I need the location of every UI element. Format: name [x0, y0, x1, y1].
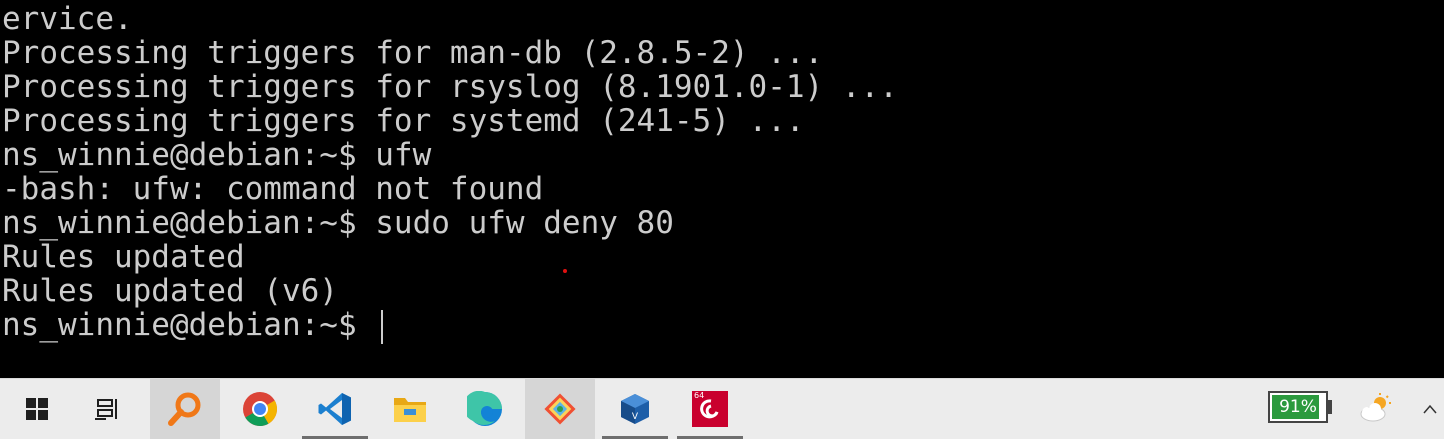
git-button[interactable]	[525, 379, 595, 439]
git-icon	[544, 393, 576, 425]
terminal-line: Processing triggers for man-db (2.8.5-2)…	[2, 35, 824, 71]
battery-tip	[1328, 400, 1332, 414]
debian-icon: 64	[692, 391, 728, 427]
virtualbox-button[interactable]: V	[600, 379, 670, 439]
start-button[interactable]	[2, 379, 72, 439]
windows-logo-icon	[26, 398, 48, 420]
battery-indicator[interactable]: 91%	[1268, 391, 1334, 425]
terminal-line: -bash: ufw: command not found	[2, 171, 544, 207]
taskbar: V 64	[0, 378, 1444, 439]
vscode-button[interactable]	[300, 379, 370, 439]
search-icon	[168, 392, 201, 426]
terminal-prompt-line[interactable]: ns_winnie@debian:~$	[2, 308, 375, 342]
search-button[interactable]	[150, 379, 220, 439]
terminal-line: ns_winnie@debian:~$ ufw	[2, 137, 432, 173]
chevron-up-icon	[1423, 404, 1437, 414]
terminal-line: Processing triggers for systemd (241-5) …	[2, 103, 805, 139]
edge-icon	[467, 391, 502, 426]
edge-button[interactable]	[450, 379, 520, 439]
battery-percentage: 91%	[1279, 397, 1317, 417]
task-view-button[interactable]	[72, 379, 142, 439]
task-view-icon	[95, 399, 117, 420]
terminal-line: Processing triggers for rsyslog (8.1901.…	[2, 69, 898, 105]
cloud-sun-icon	[1360, 393, 1391, 422]
terminal-line: ervice.	[2, 1, 133, 37]
terminal-line: Rules updated	[2, 239, 245, 275]
chrome-button[interactable]	[225, 379, 295, 439]
virtualbox-icon: V	[621, 394, 649, 424]
terminal-line: Rules updated (v6)	[2, 273, 338, 309]
chrome-icon	[243, 392, 277, 426]
vscode-icon	[318, 393, 351, 425]
terminal-window[interactable]: ervice. Processing triggers for man-db (…	[0, 0, 1444, 378]
mouse-pointer-dot	[563, 269, 567, 273]
folder-icon	[394, 398, 426, 422]
svg-text:V: V	[632, 412, 639, 422]
show-hidden-icons-button[interactable]	[1416, 379, 1444, 439]
file-explorer-button[interactable]	[375, 379, 445, 439]
weather-button[interactable]	[1340, 379, 1410, 439]
terminal-line: ns_winnie@debian:~$ sudo ufw deny 80	[2, 205, 674, 241]
debian-button[interactable]: 64	[675, 379, 745, 439]
text-cursor	[381, 310, 383, 344]
